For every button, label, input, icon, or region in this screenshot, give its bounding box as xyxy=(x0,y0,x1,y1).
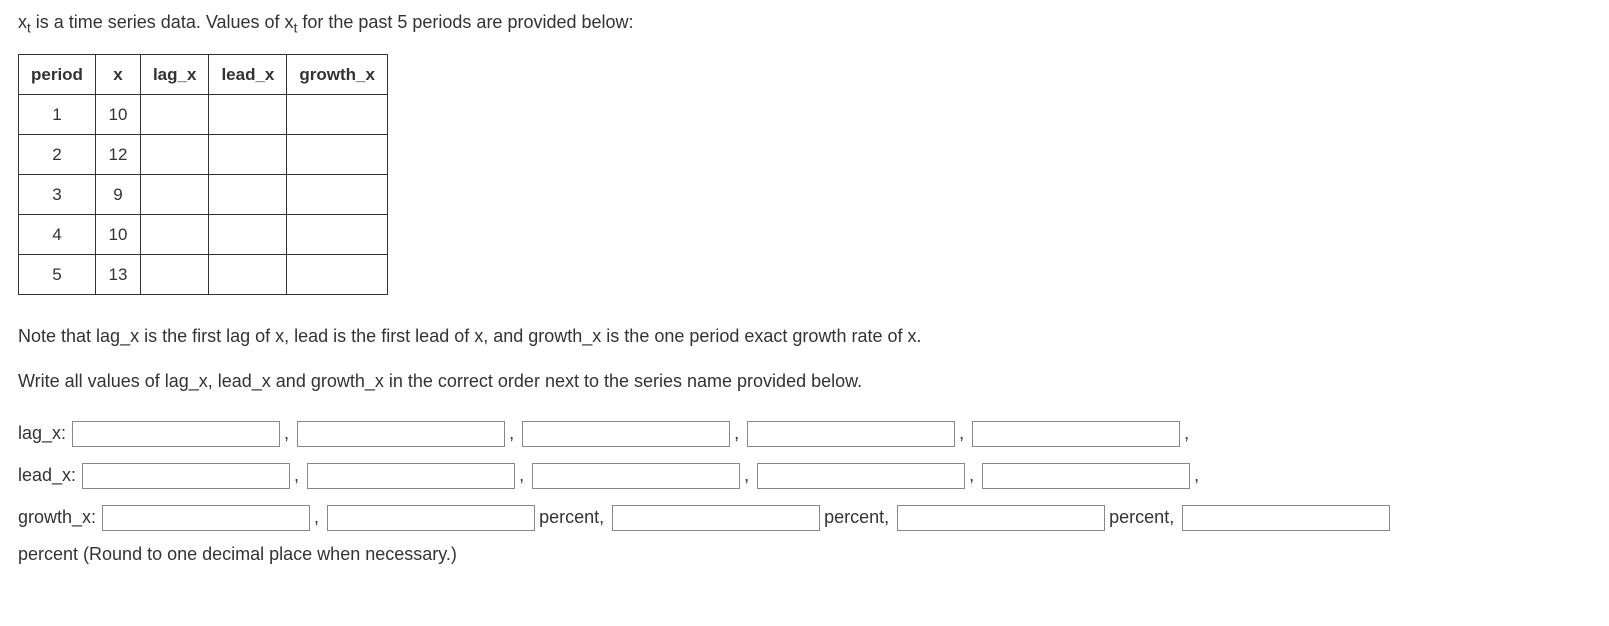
cell-lead-x xyxy=(209,95,287,135)
footer-note: percent (Round to one decimal place when… xyxy=(18,541,1591,568)
lag-x-input-5[interactable] xyxy=(972,421,1180,447)
separator: , xyxy=(734,423,739,444)
percent-text: percent, xyxy=(539,507,604,528)
intro-text: xt is a time series data. Values of xt f… xyxy=(18,10,1591,38)
cell-x: 9 xyxy=(95,175,140,215)
cell-lag-x xyxy=(140,135,208,175)
cell-x: 12 xyxy=(95,135,140,175)
lead-x-input-3[interactable] xyxy=(532,463,740,489)
lag-x-input-4[interactable] xyxy=(747,421,955,447)
table-header-row: period x lag_x lead_x growth_x xyxy=(19,55,388,95)
cell-period: 1 xyxy=(19,95,96,135)
cell-lead-x xyxy=(209,175,287,215)
growth-x-row: growth_x: , percent, percent, percent, xyxy=(18,505,1591,531)
header-x: x xyxy=(95,55,140,95)
cell-growth-x xyxy=(287,215,388,255)
cell-growth-x xyxy=(287,135,388,175)
cell-growth-x xyxy=(287,255,388,295)
separator: , xyxy=(1184,423,1189,444)
cell-lead-x xyxy=(209,255,287,295)
lead-x-label: lead_x: xyxy=(18,465,76,486)
lead-x-input-4[interactable] xyxy=(757,463,965,489)
cell-growth-x xyxy=(287,95,388,135)
lead-x-input-5[interactable] xyxy=(982,463,1190,489)
cell-lag-x xyxy=(140,215,208,255)
header-lead-x: lead_x xyxy=(209,55,287,95)
cell-period: 3 xyxy=(19,175,96,215)
cell-lag-x xyxy=(140,175,208,215)
growth-x-input-4[interactable] xyxy=(897,505,1105,531)
lag-x-input-1[interactable] xyxy=(72,421,280,447)
lead-x-row: lead_x: , , , , , xyxy=(18,463,1591,489)
percent-text: percent, xyxy=(1109,507,1174,528)
separator: , xyxy=(314,507,319,528)
percent-text: percent, xyxy=(824,507,889,528)
cell-lag-x xyxy=(140,255,208,295)
cell-period: 5 xyxy=(19,255,96,295)
lag-x-input-2[interactable] xyxy=(297,421,505,447)
separator: , xyxy=(969,465,974,486)
lag-x-row: lag_x: , , , , , xyxy=(18,421,1591,447)
separator: , xyxy=(294,465,299,486)
lag-x-input-3[interactable] xyxy=(522,421,730,447)
cell-lead-x xyxy=(209,215,287,255)
table-row: 2 12 xyxy=(19,135,388,175)
header-lag-x: lag_x xyxy=(140,55,208,95)
growth-x-input-3[interactable] xyxy=(612,505,820,531)
cell-x: 10 xyxy=(95,215,140,255)
separator: , xyxy=(519,465,524,486)
cell-period: 2 xyxy=(19,135,96,175)
table-row: 1 10 xyxy=(19,95,388,135)
separator: , xyxy=(1194,465,1199,486)
growth-x-input-1[interactable] xyxy=(102,505,310,531)
header-growth-x: growth_x xyxy=(287,55,388,95)
table-row: 3 9 xyxy=(19,175,388,215)
cell-lag-x xyxy=(140,95,208,135)
separator: , xyxy=(959,423,964,444)
cell-x: 13 xyxy=(95,255,140,295)
instruction-text: Write all values of lag_x, lead_x and gr… xyxy=(18,368,1591,395)
cell-period: 4 xyxy=(19,215,96,255)
header-period: period xyxy=(19,55,96,95)
growth-x-input-2[interactable] xyxy=(327,505,535,531)
lead-x-input-2[interactable] xyxy=(307,463,515,489)
growth-x-label: growth_x: xyxy=(18,507,96,528)
time-series-table: period x lag_x lead_x growth_x 1 10 2 12… xyxy=(18,54,388,295)
cell-lead-x xyxy=(209,135,287,175)
lag-x-label: lag_x: xyxy=(18,423,66,444)
note-text: Note that lag_x is the first lag of x, l… xyxy=(18,323,1591,350)
table-row: 4 10 xyxy=(19,215,388,255)
growth-x-input-5[interactable] xyxy=(1182,505,1390,531)
table-row: 5 13 xyxy=(19,255,388,295)
separator: , xyxy=(744,465,749,486)
separator: , xyxy=(284,423,289,444)
cell-growth-x xyxy=(287,175,388,215)
cell-x: 10 xyxy=(95,95,140,135)
separator: , xyxy=(509,423,514,444)
lead-x-input-1[interactable] xyxy=(82,463,290,489)
